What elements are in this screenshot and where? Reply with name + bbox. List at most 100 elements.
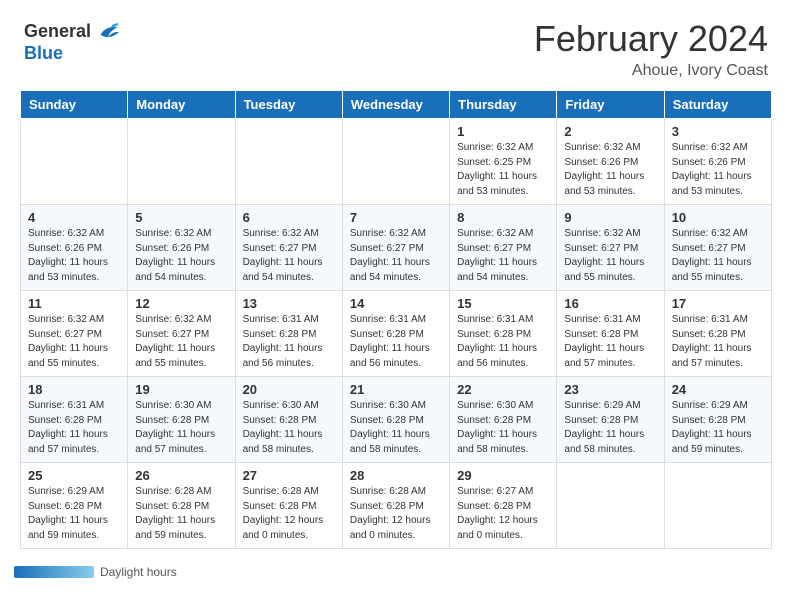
day-number: 28	[350, 468, 442, 483]
table-row: 6Sunrise: 6:32 AMSunset: 6:27 PMDaylight…	[235, 205, 342, 291]
table-row: 17 Sunrise: 6:31 AMSunset: 6:28 PMDayligh…	[664, 291, 771, 377]
calendar-week-row: 1 Sunrise: 6:32 AMSunset: 6:25 PMDaylight…	[21, 119, 772, 205]
day-number: 12	[135, 296, 227, 311]
day-info: Sunrise: 6:32 AMSunset: 6:27 PMDaylight:…	[350, 227, 442, 285]
day-info: Sunrise: 6:31 AMSunset: 6:28 PMDaylight:…	[564, 313, 656, 371]
table-row: 25 Sunrise: 6:29 AMSunset: 6:28 PMDayligh…	[21, 463, 128, 549]
day-number: 3	[672, 124, 764, 139]
table-row: 22 Sunrise: 6:30 AMSunset: 6:28 PMDayligh…	[450, 377, 557, 463]
header-wednesday: Wednesday	[342, 91, 449, 119]
day-info: Sunrise: 6:31 AMSunset: 6:28 PMDaylight:…	[672, 313, 764, 371]
table-row	[21, 119, 128, 205]
calendar-table: Sunday Monday Tuesday Wednesday Thursday…	[20, 90, 772, 549]
day-info: Sunrise: 6:30 AMSunset: 6:28 PMDaylight:…	[457, 399, 549, 457]
day-number: 26	[135, 468, 227, 483]
daylight-label: Daylight hours	[100, 565, 177, 579]
table-row: 18 Sunrise: 6:31 AMSunset: 6:28 PMDayligh…	[21, 377, 128, 463]
table-row: 9 Sunrise: 6:32 AMSunset: 6:27 PMDaylight…	[557, 205, 664, 291]
table-row	[664, 463, 771, 549]
day-number: 23	[564, 382, 656, 397]
table-row	[557, 463, 664, 549]
table-row: 28 Sunrise: 6:28 AMSunset: 6:28 PMDayligh…	[342, 463, 449, 549]
day-info: Sunrise: 6:28 AMSunset: 6:28 PMDaylight:…	[135, 485, 227, 543]
table-row: 26 Sunrise: 6:28 AMSunset: 6:28 PMDayligh…	[128, 463, 235, 549]
day-number: 4	[28, 210, 120, 225]
table-row: 23 Sunrise: 6:29 AMSunset: 6:28 PMDayligh…	[557, 377, 664, 463]
table-row: 24 Sunrise: 6:29 AMSunset: 6:28 PMDayligh…	[664, 377, 771, 463]
day-info: Sunrise: 6:32 AMSunset: 6:27 PMDaylight:…	[28, 313, 120, 371]
day-number: 14	[350, 296, 442, 311]
day-number: 6	[243, 210, 335, 225]
day-number: 18	[28, 382, 120, 397]
day-info: Sunrise: 6:31 AMSunset: 6:28 PMDaylight:…	[28, 399, 120, 457]
calendar-wrapper: Sunday Monday Tuesday Wednesday Thursday…	[0, 90, 792, 559]
logo: General Blue	[24, 18, 121, 64]
calendar-week-row: 11Sunrise: 6:32 AMSunset: 6:27 PMDayligh…	[21, 291, 772, 377]
day-number: 27	[243, 468, 335, 483]
subtitle: Ahoue, Ivory Coast	[534, 62, 768, 80]
table-row: 19 Sunrise: 6:30 AMSunset: 6:28 PMDayligh…	[128, 377, 235, 463]
main-title: February 2024	[534, 18, 768, 60]
day-info: Sunrise: 6:31 AMSunset: 6:28 PMDaylight:…	[457, 313, 549, 371]
table-row: 1 Sunrise: 6:32 AMSunset: 6:25 PMDaylight…	[450, 119, 557, 205]
logo-blue: Blue	[24, 44, 121, 64]
day-info: Sunrise: 6:32 AMSunset: 6:26 PMDaylight:…	[672, 141, 764, 199]
day-info: Sunrise: 6:30 AMSunset: 6:28 PMDaylight:…	[350, 399, 442, 457]
calendar-week-row: 18 Sunrise: 6:31 AMSunset: 6:28 PMDayligh…	[21, 377, 772, 463]
day-info: Sunrise: 6:29 AMSunset: 6:28 PMDaylight:…	[672, 399, 764, 457]
day-info: Sunrise: 6:32 AMSunset: 6:27 PMDaylight:…	[564, 227, 656, 285]
day-number: 20	[243, 382, 335, 397]
table-row: 29Sunrise: 6:27 AMSunset: 6:28 PMDayligh…	[450, 463, 557, 549]
day-number: 22	[457, 382, 549, 397]
day-info: Sunrise: 6:32 AMSunset: 6:25 PMDaylight:…	[457, 141, 549, 199]
day-number: 16	[564, 296, 656, 311]
day-number: 8	[457, 210, 549, 225]
day-number: 5	[135, 210, 227, 225]
day-info: Sunrise: 6:32 AMSunset: 6:27 PMDaylight:…	[672, 227, 764, 285]
day-number: 24	[672, 382, 764, 397]
day-number: 2	[564, 124, 656, 139]
logo-general: General	[24, 22, 91, 42]
footer: Daylight hours	[0, 559, 792, 585]
day-number: 29	[457, 468, 549, 483]
day-info: Sunrise: 6:32 AMSunset: 6:27 PMDaylight:…	[457, 227, 549, 285]
header-friday: Friday	[557, 91, 664, 119]
day-info: Sunrise: 6:32 AMSunset: 6:26 PMDaylight:…	[28, 227, 120, 285]
logo-bird-icon	[93, 18, 121, 46]
day-number: 9	[564, 210, 656, 225]
day-number: 1	[457, 124, 549, 139]
day-number: 25	[28, 468, 120, 483]
table-row: 20 Sunrise: 6:30 AMSunset: 6:28 PMDayligh…	[235, 377, 342, 463]
table-row: 3 Sunrise: 6:32 AMSunset: 6:26 PMDaylight…	[664, 119, 771, 205]
table-row: 10 Sunrise: 6:32 AMSunset: 6:27 PMDayligh…	[664, 205, 771, 291]
table-row: 4 Sunrise: 6:32 AMSunset: 6:26 PMDaylight…	[21, 205, 128, 291]
header-thursday: Thursday	[450, 91, 557, 119]
day-info: Sunrise: 6:31 AMSunset: 6:28 PMDaylight:…	[350, 313, 442, 371]
table-row: 27 Sunrise: 6:28 AMSunset: 6:28 PMDayligh…	[235, 463, 342, 549]
day-info: Sunrise: 6:31 AMSunset: 6:28 PMDaylight:…	[243, 313, 335, 371]
day-info: Sunrise: 6:32 AMSunset: 6:26 PMDaylight:…	[564, 141, 656, 199]
day-number: 7	[350, 210, 442, 225]
title-area: February 2024 Ahoue, Ivory Coast	[534, 18, 768, 80]
day-info: Sunrise: 6:29 AMSunset: 6:28 PMDaylight:…	[564, 399, 656, 457]
calendar-header-row: Sunday Monday Tuesday Wednesday Thursday…	[21, 91, 772, 119]
calendar-week-row: 4 Sunrise: 6:32 AMSunset: 6:26 PMDaylight…	[21, 205, 772, 291]
table-row	[128, 119, 235, 205]
table-row: 7 Sunrise: 6:32 AMSunset: 6:27 PMDaylight…	[342, 205, 449, 291]
day-info: Sunrise: 6:28 AMSunset: 6:28 PMDaylight:…	[243, 485, 335, 543]
table-row	[342, 119, 449, 205]
day-number: 10	[672, 210, 764, 225]
day-info: Sunrise: 6:30 AMSunset: 6:28 PMDaylight:…	[243, 399, 335, 457]
table-row: 21Sunrise: 6:30 AMSunset: 6:28 PMDayligh…	[342, 377, 449, 463]
day-number: 17	[672, 296, 764, 311]
day-number: 19	[135, 382, 227, 397]
table-row: 11Sunrise: 6:32 AMSunset: 6:27 PMDayligh…	[21, 291, 128, 377]
day-info: Sunrise: 6:28 AMSunset: 6:28 PMDaylight:…	[350, 485, 442, 543]
daylight-bar	[14, 566, 94, 578]
header-tuesday: Tuesday	[235, 91, 342, 119]
day-info: Sunrise: 6:30 AMSunset: 6:28 PMDaylight:…	[135, 399, 227, 457]
table-row: 5Sunrise: 6:32 AMSunset: 6:26 PMDaylight…	[128, 205, 235, 291]
table-row: 8 Sunrise: 6:32 AMSunset: 6:27 PMDaylight…	[450, 205, 557, 291]
header-saturday: Saturday	[664, 91, 771, 119]
day-info: Sunrise: 6:29 AMSunset: 6:28 PMDaylight:…	[28, 485, 120, 543]
